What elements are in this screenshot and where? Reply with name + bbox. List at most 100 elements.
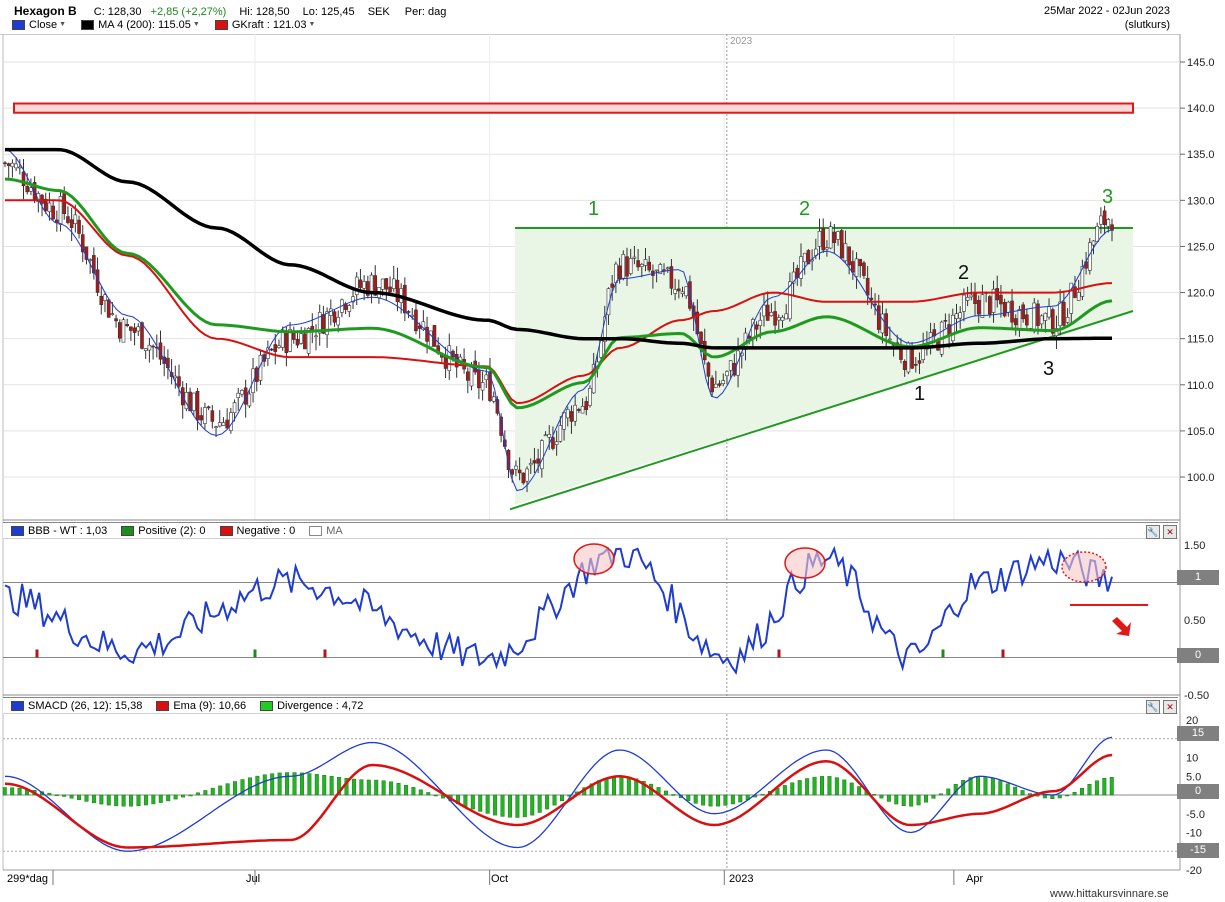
divergence-bar [114,794,119,807]
close-icon[interactable]: ✕ [1163,525,1177,539]
price-tick-label: 125.0 [1187,241,1215,253]
candle-body [943,319,948,322]
candle-body [839,230,844,259]
bbb-signal-bar [777,649,781,658]
divergence-bar [69,794,74,799]
legend-smacd[interactable]: SMACD (26, 12): 15,38 [11,700,142,712]
divergence-bar [485,794,490,814]
candle-body [380,278,385,290]
candle-body [1039,315,1044,325]
legend-ma[interactable]: MA [309,525,343,537]
candle-body [203,407,207,424]
candle-body [699,331,703,345]
candle-body [610,283,614,288]
legend-positive[interactable]: Positive (2): 0 [121,525,206,537]
candle-body [754,324,759,330]
divergence-bar [389,781,394,796]
close-icon[interactable]: ✕ [1163,700,1177,714]
bbb-gridlines [3,582,1180,658]
divergence-bar [931,794,936,799]
candle-body [843,243,848,262]
candle-body [617,265,622,280]
candle-body [425,326,429,342]
candle-body [1091,240,1096,246]
candle-body [636,260,640,268]
candle-body [391,278,396,289]
divergence-bar [522,794,527,818]
divergence-bar [1057,794,1062,799]
divergence-bar [121,794,126,807]
divergence-bar [671,794,676,796]
candle-body [540,440,544,470]
candle-body [854,258,859,277]
site-footer[interactable]: www.hittakursvinnare.se [1050,888,1169,900]
candle-body [484,374,489,381]
divergence-bar [849,782,854,796]
divergence-bar [173,794,178,800]
candle-body [1032,302,1037,331]
candle-body [217,422,222,427]
candle-body [565,409,570,419]
legend-divergence[interactable]: Divergence : 4,72 [260,700,363,712]
divergence-bar [1109,777,1114,796]
candle-body [210,410,215,422]
candle-body [865,277,870,296]
divergence-bar [493,794,498,816]
candle-body [347,305,352,312]
candle-body [917,360,922,364]
divergence-bar [1005,783,1010,796]
candle-body [765,304,770,321]
candle-body [717,383,722,386]
candle-body [625,256,629,277]
candle-body [69,219,74,228]
bbb-tick-label: 1.50 [1184,540,1205,552]
bbb-axis-ticks: 1.50 0.50 -0.50 [1184,540,1209,702]
divergence-bar [797,780,802,796]
x-label-2023: 2023 [729,873,754,885]
legend-ema[interactable]: Ema (9): 10,66 [156,700,246,712]
candle-body [121,319,126,343]
wave-label-green-1: 1 [588,198,599,220]
candle-body [232,402,237,414]
candle-body [314,335,318,338]
wrench-icon[interactable]: 🔧 [1146,525,1160,539]
divergence-bar [277,772,282,796]
candle-body [192,392,196,411]
candle-body [6,163,11,167]
wrench-icon[interactable]: 🔧 [1146,700,1160,714]
candle-body [1065,317,1070,323]
legend-negative[interactable]: Negative : 0 [219,525,295,537]
divergence-bar [1102,777,1107,796]
candle-body [847,246,851,266]
bbb-value-tag-0: 0 [1177,648,1219,663]
divergence-bar [1013,786,1018,796]
divergence-bar [381,780,386,796]
candle-body [1043,312,1048,321]
candle-body [621,254,626,279]
x-label-jul: Jul [246,873,261,885]
smacd-tick-label: 10 [1186,753,1198,765]
candle-body [913,364,918,366]
divergence-bar [901,794,906,806]
candle-body [469,366,474,387]
smacd-line [4,736,1113,852]
x-label-oct: Oct [491,873,509,885]
candle-body [514,465,518,470]
candle-body [876,305,881,330]
candle-body [728,360,733,371]
divergence-bar [715,794,720,807]
divergence-bar [500,794,505,817]
divergence-bar [158,794,163,803]
candle-body [225,419,229,429]
divergence-bar [701,794,706,806]
divergence-bar [946,788,951,796]
candle-body [721,380,726,385]
legend-bbb[interactable]: BBB - WT : 1,03 [11,525,107,537]
price-tick-label: 115.0 [1187,334,1214,346]
divergence-bar [2,787,7,796]
candle-body [25,186,30,193]
candle-body [910,346,914,369]
candle-body [10,162,15,168]
bbb-peak-circle [573,543,615,575]
divergence-bar [537,794,542,813]
